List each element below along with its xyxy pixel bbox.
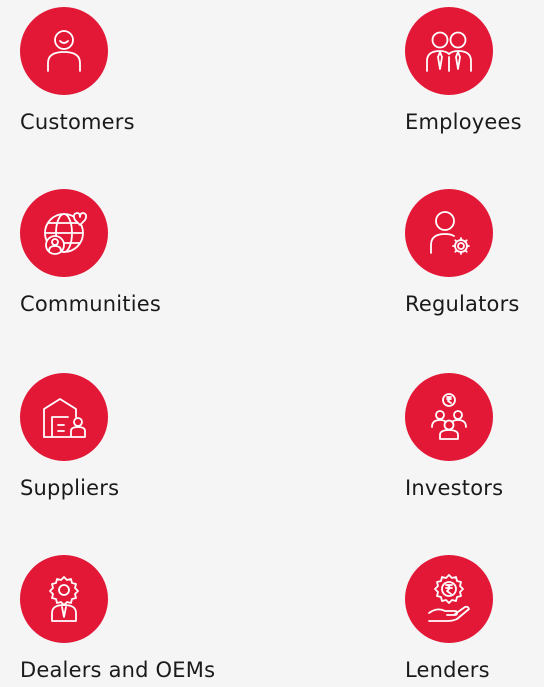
stakeholder-investors: Investors <box>405 373 544 501</box>
stakeholder-employees: Employees <box>405 7 544 135</box>
stakeholder-lenders: Lenders <box>405 555 544 683</box>
lenders-icon <box>405 555 493 643</box>
stakeholder-label: Employees <box>405 110 522 134</box>
stakeholder-label: Regulators <box>405 292 520 316</box>
stakeholder-communities: Communities <box>20 189 220 317</box>
stakeholder-suppliers: Suppliers <box>20 373 220 501</box>
stakeholder-grid: Customers Employees Communities Regulato… <box>0 0 544 687</box>
employees-icon <box>405 7 493 95</box>
stakeholder-dealers-oems: Dealers and OEMs <box>20 555 220 683</box>
stakeholder-label: Suppliers <box>20 476 120 500</box>
regulators-icon <box>405 189 493 277</box>
investors-icon <box>405 373 493 461</box>
stakeholder-label: Communities <box>20 292 162 316</box>
stakeholder-label: Investors <box>405 476 504 500</box>
stakeholder-label: Lenders <box>405 658 490 682</box>
stakeholder-label: Dealers and OEMs <box>20 658 216 682</box>
dealers-icon <box>20 555 108 643</box>
communities-icon <box>20 189 108 277</box>
stakeholder-label: Customers <box>20 110 135 134</box>
stakeholder-regulators: Regulators <box>405 189 544 317</box>
customer-icon <box>20 7 108 95</box>
stakeholder-customers: Customers <box>20 7 220 135</box>
suppliers-icon <box>20 373 108 461</box>
